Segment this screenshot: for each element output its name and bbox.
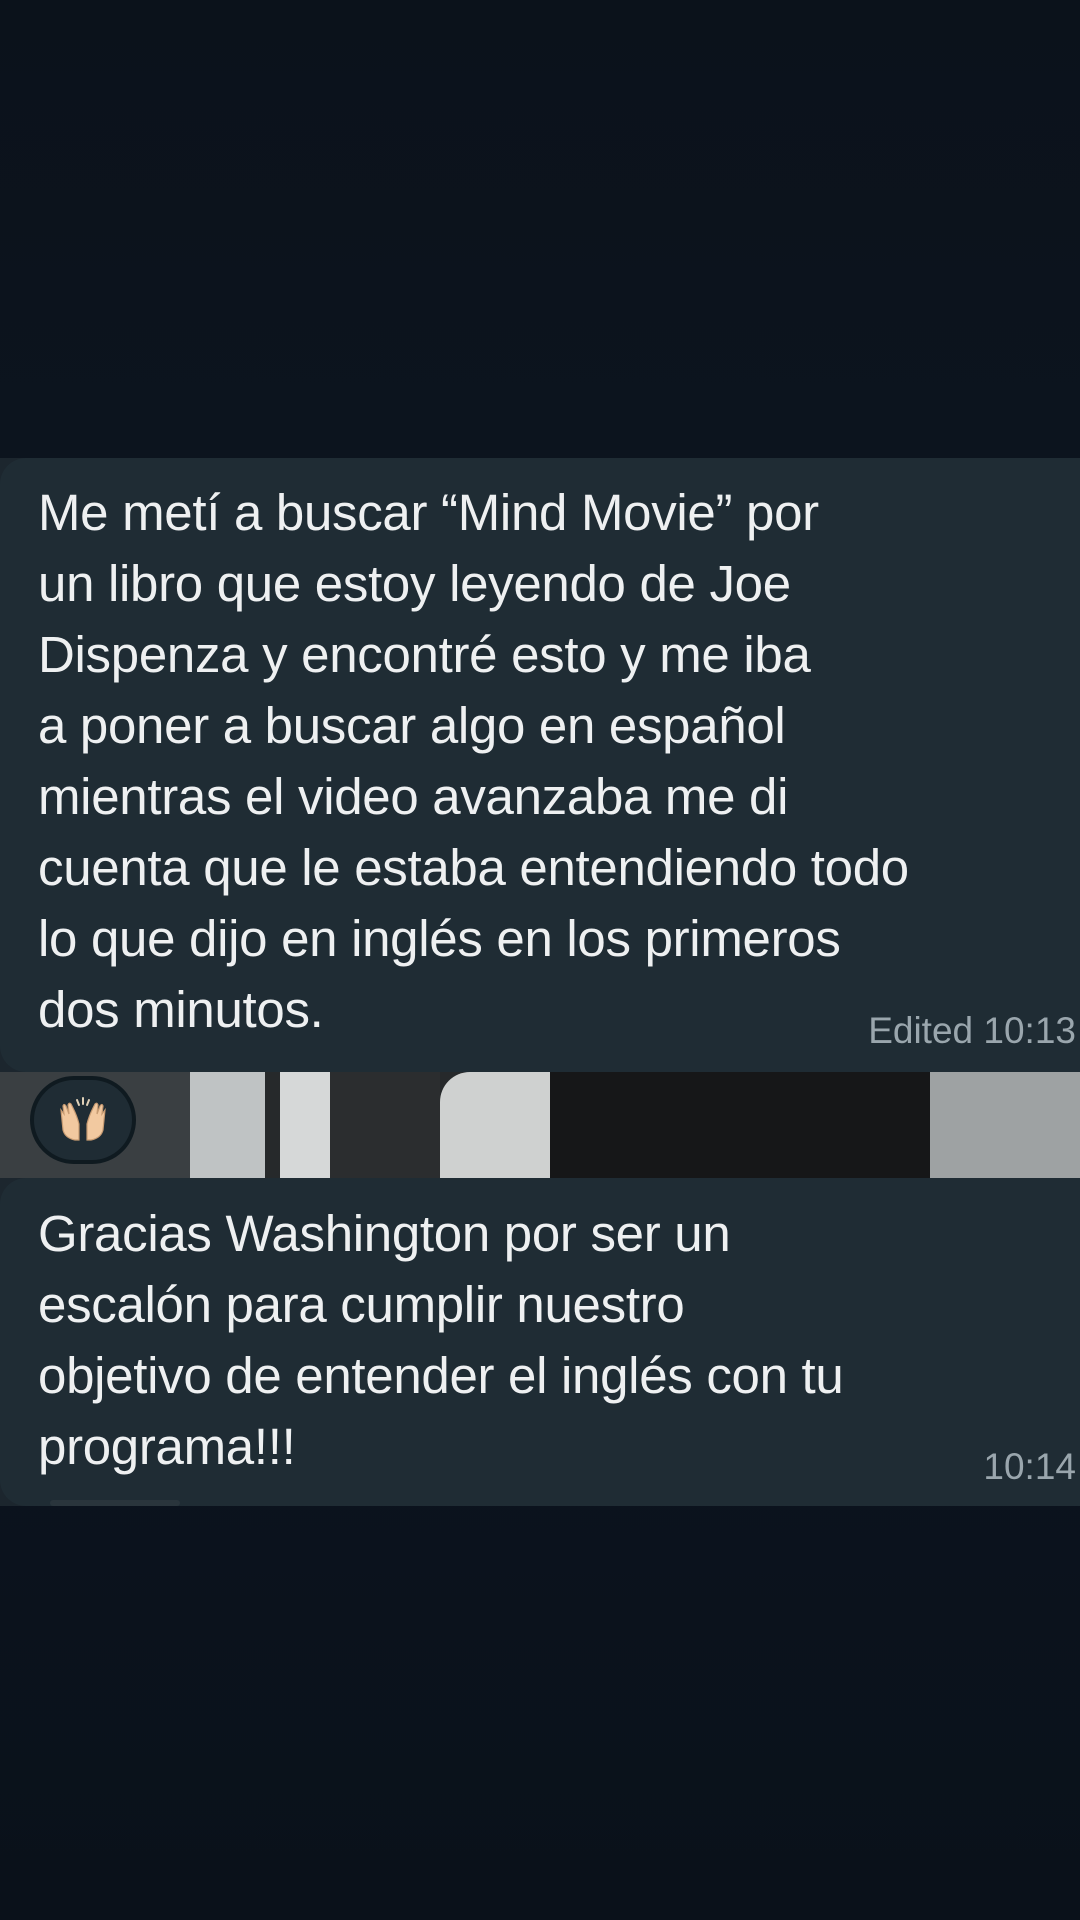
message-text: Gracias Washington por ser un escalón pa… — [38, 1205, 844, 1475]
media-fragment — [190, 1072, 265, 1178]
media-fragment — [930, 1072, 1080, 1178]
media-fragment — [280, 1072, 330, 1178]
media-fragment — [550, 1072, 930, 1178]
raising-hands-icon — [55, 1096, 111, 1144]
next-message-edge — [50, 1500, 180, 1506]
media-fragment — [440, 1072, 550, 1178]
message-timestamp: Edited 10:13 — [868, 1010, 1076, 1051]
media-preview[interactable] — [0, 1072, 1080, 1178]
reaction-badge[interactable] — [30, 1076, 136, 1164]
media-fragment — [330, 1072, 440, 1178]
message-text: Me metí a buscar “Mind Movie” por un lib… — [38, 484, 909, 1038]
message-timestamp: 10:14 — [983, 1446, 1076, 1487]
